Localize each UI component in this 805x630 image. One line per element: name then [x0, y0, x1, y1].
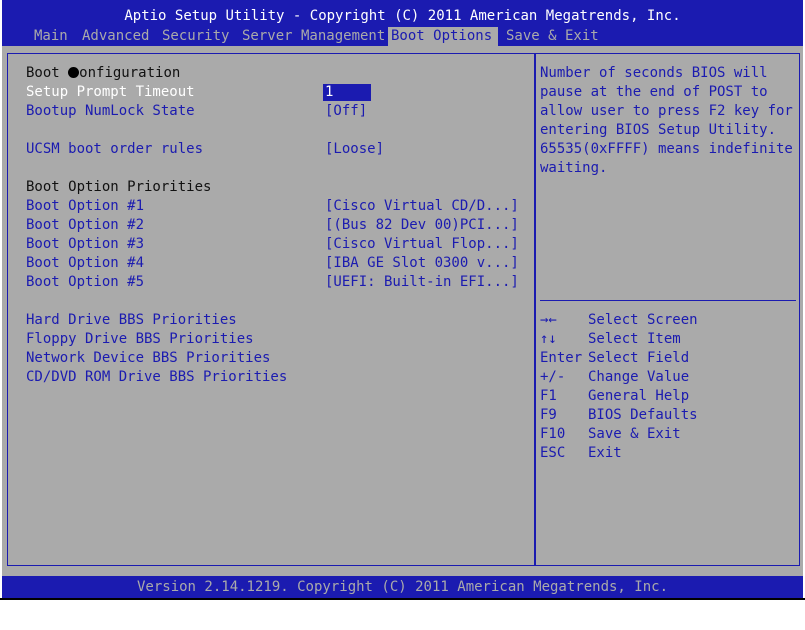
tab-security[interactable]: Security: [159, 27, 232, 46]
ucsm-boot-order-label[interactable]: UCSM boot order rules: [26, 140, 203, 159]
cursor-dot-icon: [68, 67, 80, 78]
key-plus-minus: +/-: [540, 369, 566, 385]
bootup-numlock-value[interactable]: [Off]: [325, 102, 367, 121]
boot-option-2-value[interactable]: [(Bus 82 Dev 00)PCI...]: [325, 216, 519, 235]
settings-panel: [7, 53, 535, 566]
boot-option-3-label[interactable]: Boot Option #3: [26, 235, 144, 254]
boot-configuration-heading: Boot onfiguration: [26, 64, 180, 83]
help-text-line: waiting.: [540, 160, 608, 176]
help-text-line: pause at the end of POST to: [540, 84, 768, 100]
key-desc-save-exit: Save & Exit: [588, 426, 681, 442]
boot-option-1-label[interactable]: Boot Option #1: [26, 197, 144, 216]
key-esc: ESC: [540, 445, 566, 461]
setup-prompt-timeout-input[interactable]: 1: [323, 84, 371, 101]
arrow-left-right-icon: →←: [540, 312, 557, 328]
network-device-bbs-priorities[interactable]: Network Device BBS Priorities: [26, 349, 270, 368]
help-text-line: 65535(0xFFFF) means indefinite: [540, 141, 793, 157]
boot-option-1-value[interactable]: [Cisco Virtual CD/D...]: [325, 197, 519, 216]
key-f10: F10: [540, 426, 566, 442]
hard-drive-bbs-priorities[interactable]: Hard Drive BBS Priorities: [26, 311, 237, 330]
cd-dvd-rom-bbs-priorities[interactable]: CD/DVD ROM Drive BBS Priorities: [26, 368, 287, 387]
key-f9: F9: [540, 407, 557, 423]
heading-prefix: Boot: [26, 65, 69, 81]
help-text-line: allow user to press F2 key for: [540, 103, 793, 119]
tab-main[interactable]: Main: [31, 27, 71, 46]
app-title: Aptio Setup Utility - Copyright (C) 2011…: [124, 8, 681, 24]
key-desc-bios-defaults: BIOS Defaults: [588, 407, 698, 423]
tab-server-management[interactable]: Server Management: [239, 27, 388, 46]
key-desc-select-field: Select Field: [588, 350, 690, 366]
key-desc-exit: Exit: [588, 445, 622, 461]
tab-save-exit[interactable]: Save & Exit: [503, 27, 602, 46]
tab-boot-options[interactable]: Boot Options: [388, 27, 498, 46]
bootup-numlock-label[interactable]: Bootup NumLock State: [26, 102, 195, 121]
footer-bar: Version 2.14.1219. Copyright (C) 2011 Am…: [2, 576, 803, 598]
help-text-line: entering BIOS Setup Utility.: [540, 122, 777, 138]
key-desc-general-help: General Help: [588, 388, 690, 404]
setup-prompt-timeout-label[interactable]: Setup Prompt Timeout: [26, 83, 195, 102]
key-desc-select-item: Select Item: [588, 331, 681, 347]
help-text-line: Number of seconds BIOS will: [540, 65, 768, 81]
boot-option-4-label[interactable]: Boot Option #4: [26, 254, 144, 273]
boot-option-5-value[interactable]: [UEFI: Built-in EFI...]: [325, 273, 519, 292]
heading-suffix: onfiguration: [79, 65, 181, 81]
boot-option-5-label[interactable]: Boot Option #5: [26, 273, 144, 292]
boot-option-3-value[interactable]: [Cisco Virtual Flop...]: [325, 235, 519, 254]
ucsm-boot-order-value[interactable]: [Loose]: [325, 140, 384, 159]
bios-setup-screen: Aptio Setup Utility - Copyright (C) 2011…: [2, 0, 803, 598]
boot-option-2-label[interactable]: Boot Option #2: [26, 216, 144, 235]
key-desc-select-screen: Select Screen: [588, 312, 698, 328]
tab-advanced[interactable]: Advanced: [79, 27, 152, 46]
arrow-up-down-icon: ↑↓: [540, 331, 557, 347]
title-bar: Aptio Setup Utility - Copyright (C) 2011…: [2, 0, 803, 46]
boot-option-4-value[interactable]: [IBA GE Slot 0300 v...]: [325, 254, 519, 273]
boot-option-priorities-heading: Boot Option Priorities: [26, 179, 212, 195]
bottom-border: [0, 598, 805, 600]
help-divider: [540, 300, 796, 301]
key-enter: Enter: [540, 350, 583, 366]
key-f1: F1: [540, 388, 557, 404]
key-desc-change-value: Change Value: [588, 369, 690, 385]
menu-bar: Main Advanced Security Server Management…: [2, 27, 803, 46]
floppy-drive-bbs-priorities[interactable]: Floppy Drive BBS Priorities: [26, 330, 254, 349]
version-text: Version 2.14.1219. Copyright (C) 2011 Am…: [136, 579, 668, 595]
